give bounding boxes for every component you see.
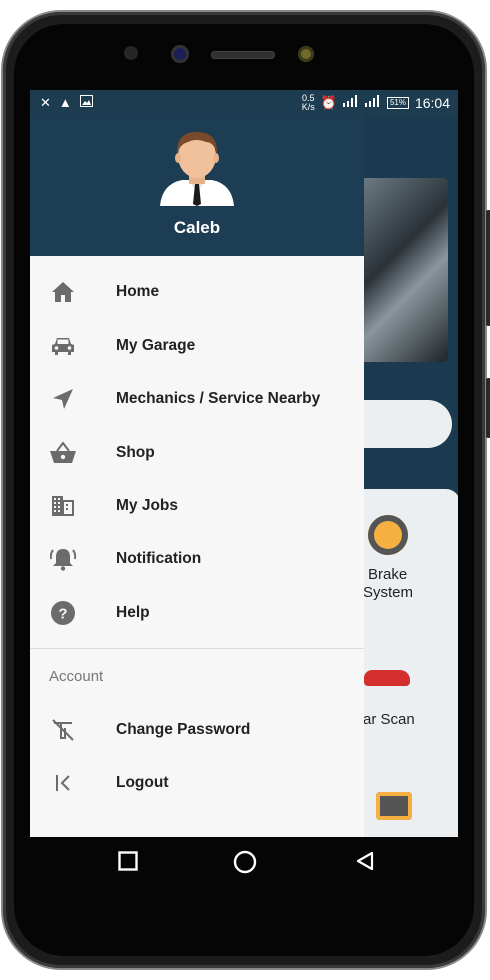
menu-label-my-garage: My Garage [116,337,196,354]
svg-text:?: ? [58,606,67,623]
clock: 16:04 [414,95,450,111]
navigation-icon [50,386,76,412]
help-icon: ? [50,600,76,626]
alarm-icon: ⏰ [320,95,337,110]
engine-photo [364,178,448,362]
account-section-title: Account [49,668,104,685]
menu-item-my-jobs[interactable]: My Jobs [30,481,364,531]
user-name: Caleb [173,218,221,237]
warning-icon: ▲ [58,95,72,110]
flash-light [298,46,314,62]
menu-label-change-password: Change Password [116,721,251,738]
engine-icon [376,792,412,820]
menu-label-mechanics-nearby: Mechanics / Service Nearby [116,390,321,407]
menu-item-my-garage[interactable]: My Garage [30,321,364,371]
navigation-drawer: Caleb Home My Garage Mechanics / Service… [30,116,364,837]
bell-icon [50,546,76,572]
search-bar[interactable] [364,400,452,448]
avatar[interactable] [158,126,236,206]
menu-item-home[interactable]: Home [30,267,364,317]
menu-item-notification[interactable]: Notification [30,534,364,584]
logout-icon [50,770,76,796]
earpiece-speaker [211,51,275,59]
signal-icon-2 [364,95,381,111]
drawer-divider [30,648,364,649]
menu-label-shop: Shop [116,444,155,461]
power-button [486,378,490,438]
network-speed: 0.5 K/s [301,93,315,112]
volume-button [486,210,490,326]
drawer-header: Caleb [30,116,364,256]
building-icon [50,493,76,519]
navigation-bar [30,837,458,892]
home-icon [50,279,76,305]
menu-label-logout: Logout [116,774,169,791]
menu-label-help: Help [116,604,150,621]
battery-indicator: 51% [386,97,409,109]
signal-icon [342,95,359,111]
menu-item-logout[interactable]: Logout [30,758,364,808]
car-scan-label: ar Scan [363,711,415,728]
car-icon [50,333,76,359]
screen: ✕ ▲ 0.5 K/s ⏰ 51% 16:04 Brake System ar S… [30,90,458,837]
car-scan-icon [364,670,410,686]
home-button[interactable] [233,850,257,879]
back-button[interactable] [355,851,375,876]
recents-button[interactable] [118,851,138,876]
proximity-sensor [124,46,138,60]
menu-item-help[interactable]: ? Help [30,588,364,638]
missed-call-icon: ✕ [40,95,51,110]
brake-icon [368,515,408,555]
image-icon [79,95,93,111]
menu-item-change-password[interactable]: Change Password [30,705,364,755]
menu-label-home: Home [116,283,160,300]
basket-icon [50,440,76,466]
menu-item-mechanics-nearby[interactable]: Mechanics / Service Nearby [30,374,364,424]
menu-label-notification: Notification [116,550,202,567]
key-off-icon [50,717,76,743]
menu-label-my-jobs: My Jobs [116,497,179,514]
brake-label-2: System [363,584,414,601]
brake-label-1: Brake [368,566,408,583]
menu-item-shop[interactable]: Shop [30,428,364,478]
front-camera [171,45,189,63]
status-bar: ✕ ▲ 0.5 K/s ⏰ 51% 16:04 [30,90,458,116]
